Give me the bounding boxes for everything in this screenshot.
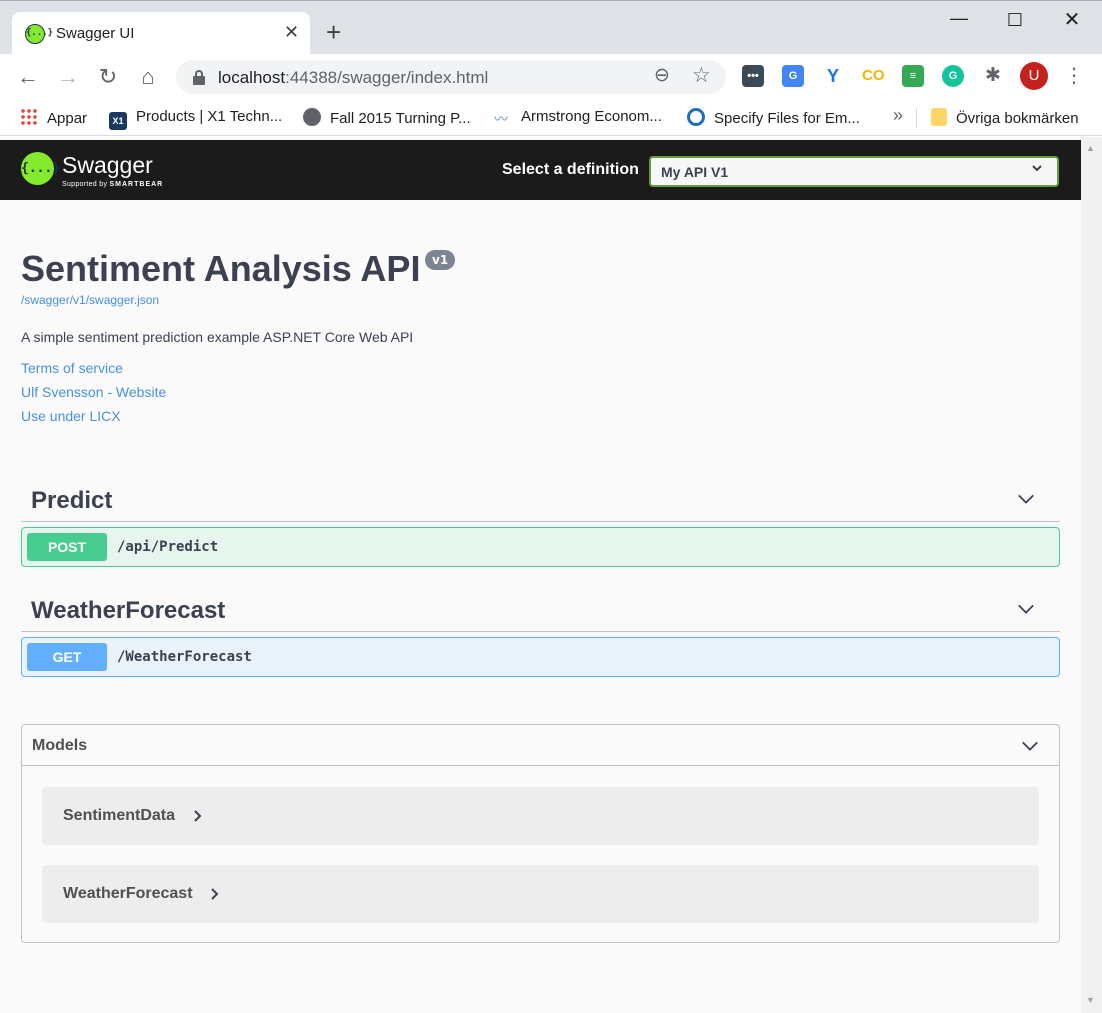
spiral-icon xyxy=(687,108,705,126)
model-name: SentimentData xyxy=(63,807,176,824)
globe-icon xyxy=(303,108,321,126)
tag-name: WeatherForecast xyxy=(31,597,226,624)
browser-toolbar: ← → ↻ ⌂ localhost:44388/swagger/index.ht… xyxy=(0,54,1102,100)
browser-tabstrip: {...} Swagger UI ✕ + — ☐ ✕ xyxy=(0,0,1102,55)
bookmark-specify-files[interactable]: Specify Files for Em... xyxy=(687,108,860,127)
page-viewport: {...} Swagger Supported by SMARTBEAR Sel… xyxy=(0,137,1102,1013)
x1-logo-icon: X1 xyxy=(109,112,127,130)
model-name: WeatherForecast xyxy=(63,885,193,902)
bookmark-apps[interactable]: Appar xyxy=(20,108,87,127)
model-sentimentdata[interactable]: SentimentData xyxy=(42,787,1039,845)
bookmarks-divider xyxy=(916,108,917,128)
tag-header-predict[interactable]: Predict xyxy=(21,474,1060,522)
reload-icon[interactable]: ↻ xyxy=(94,63,122,91)
tag-section-predict: Predict POST /api/Predict xyxy=(21,474,1060,567)
chevron-down-icon xyxy=(1031,162,1043,177)
scroll-up-arrow-icon[interactable]: ▲ xyxy=(1086,143,1095,153)
tab-title: Swagger UI xyxy=(56,25,135,42)
smartbear-tagline: Supported by SMARTBEAR xyxy=(62,181,164,188)
definition-select[interactable]: My API V1 xyxy=(649,156,1059,187)
definition-label: Select a definition xyxy=(502,161,639,178)
scroll-down-arrow-icon[interactable]: ▼ xyxy=(1086,995,1095,1005)
models-title: Models xyxy=(32,737,88,754)
vertical-scrollbar[interactable]: ▲ ▼ xyxy=(1081,137,1102,1013)
swagger-logo-icon[interactable]: {...} xyxy=(21,152,60,185)
operation-get-weatherforecast[interactable]: GET /WeatherForecast xyxy=(21,637,1060,677)
operation-path: /api/Predict xyxy=(117,539,219,555)
method-badge: GET xyxy=(27,643,107,671)
colab-icon[interactable]: CO xyxy=(862,65,885,87)
bookmark-star-icon[interactable]: ☆ xyxy=(692,63,711,88)
page-title: Sentiment Analysis API xyxy=(21,248,421,289)
version-badge: v1 xyxy=(425,250,456,270)
chevron-right-icon xyxy=(211,888,219,900)
contact-website-link[interactable]: Ulf Svensson - Website xyxy=(21,384,1061,400)
chevron-down-icon xyxy=(1022,741,1038,751)
tag-header-weatherforecast[interactable]: WeatherForecast xyxy=(21,584,1060,632)
model-weatherforecast[interactable]: WeatherForecast xyxy=(42,865,1039,923)
url-text[interactable]: localhost:44388/swagger/index.html xyxy=(218,68,488,88)
api-description: A simple sentiment prediction example AS… xyxy=(21,329,414,345)
api-info: Sentiment Analysis API v1 /swagger/v1/sw… xyxy=(21,247,1061,424)
close-tab-icon[interactable]: ✕ xyxy=(284,22,299,43)
back-arrow-icon[interactable]: ← xyxy=(14,63,42,91)
grammarly-icon[interactable]: G xyxy=(942,65,964,87)
bookmarks-bar: Appar X1 Products | X1 Techn... Fall 2015… xyxy=(0,100,1102,136)
reader-extension-icon[interactable]: ≡ xyxy=(902,65,924,87)
address-bar[interactable]: localhost:44388/swagger/index.html ⊖ ☆ xyxy=(176,60,726,94)
minimize-window-icon[interactable]: — xyxy=(944,5,974,31)
zoom-out-icon[interactable]: ⊖ xyxy=(654,64,670,87)
tag-name: Predict xyxy=(31,487,113,514)
swagger-logo-text[interactable]: Swagger xyxy=(62,152,153,179)
tag-section-weatherforecast: WeatherForecast GET /WeatherForecast xyxy=(21,584,1060,677)
bookmark-armstrong[interactable]: 〰 Armstrong Econom... xyxy=(494,108,662,128)
terms-of-service-link[interactable]: Terms of service xyxy=(21,360,1061,376)
swagger-topbar: {...} Swagger Supported by SMARTBEAR Sel… xyxy=(0,140,1081,200)
operation-path: /WeatherForecast xyxy=(117,649,252,665)
swagger-favicon-icon: {...} xyxy=(25,24,53,44)
extension-y-icon[interactable]: Y xyxy=(822,65,844,87)
other-bookmarks-folder[interactable]: Övriga bokmärken xyxy=(931,108,1079,127)
operation-post-api-predict[interactable]: POST /api/Predict xyxy=(21,527,1060,567)
bookmark-fall-2015[interactable]: Fall 2015 Turning P... xyxy=(303,108,471,127)
extensions-puzzle-icon[interactable]: ✱ xyxy=(982,65,1004,87)
new-tab-button[interactable]: + xyxy=(326,17,341,47)
profile-avatar[interactable]: U xyxy=(1020,62,1048,90)
maximize-window-icon[interactable]: ☐ xyxy=(1000,7,1030,33)
folder-icon xyxy=(931,108,947,126)
browser-menu-icon[interactable]: ⋮ xyxy=(1064,62,1084,90)
license-link[interactable]: Use under LICX xyxy=(21,408,1061,424)
forward-arrow-icon[interactable]: → xyxy=(54,63,82,91)
close-window-icon[interactable]: ✕ xyxy=(1057,7,1087,33)
lock-icon[interactable] xyxy=(193,70,205,85)
chevron-right-icon xyxy=(194,810,202,822)
bookmarks-overflow-button[interactable]: » xyxy=(893,105,903,126)
method-badge: POST xyxy=(27,533,107,561)
chevron-down-icon xyxy=(1018,494,1034,504)
browser-tab[interactable]: {...} Swagger UI ✕ xyxy=(12,12,310,55)
extension-dots-icon[interactable]: ••• xyxy=(742,65,764,87)
google-translate-icon[interactable]: G xyxy=(782,65,804,87)
chevron-down-icon xyxy=(1018,604,1034,614)
bookmark-products-x1[interactable]: X1 Products | X1 Techn... xyxy=(109,108,282,130)
models-header[interactable]: Models xyxy=(22,725,1059,766)
spec-json-link[interactable]: /swagger/v1/swagger.json xyxy=(21,293,1061,307)
models-section: Models SentimentData WeatherForecast xyxy=(21,724,1060,943)
apps-grid-icon xyxy=(20,108,38,126)
home-icon[interactable]: ⌂ xyxy=(134,63,162,91)
chart-line-icon: 〰 xyxy=(494,111,508,127)
